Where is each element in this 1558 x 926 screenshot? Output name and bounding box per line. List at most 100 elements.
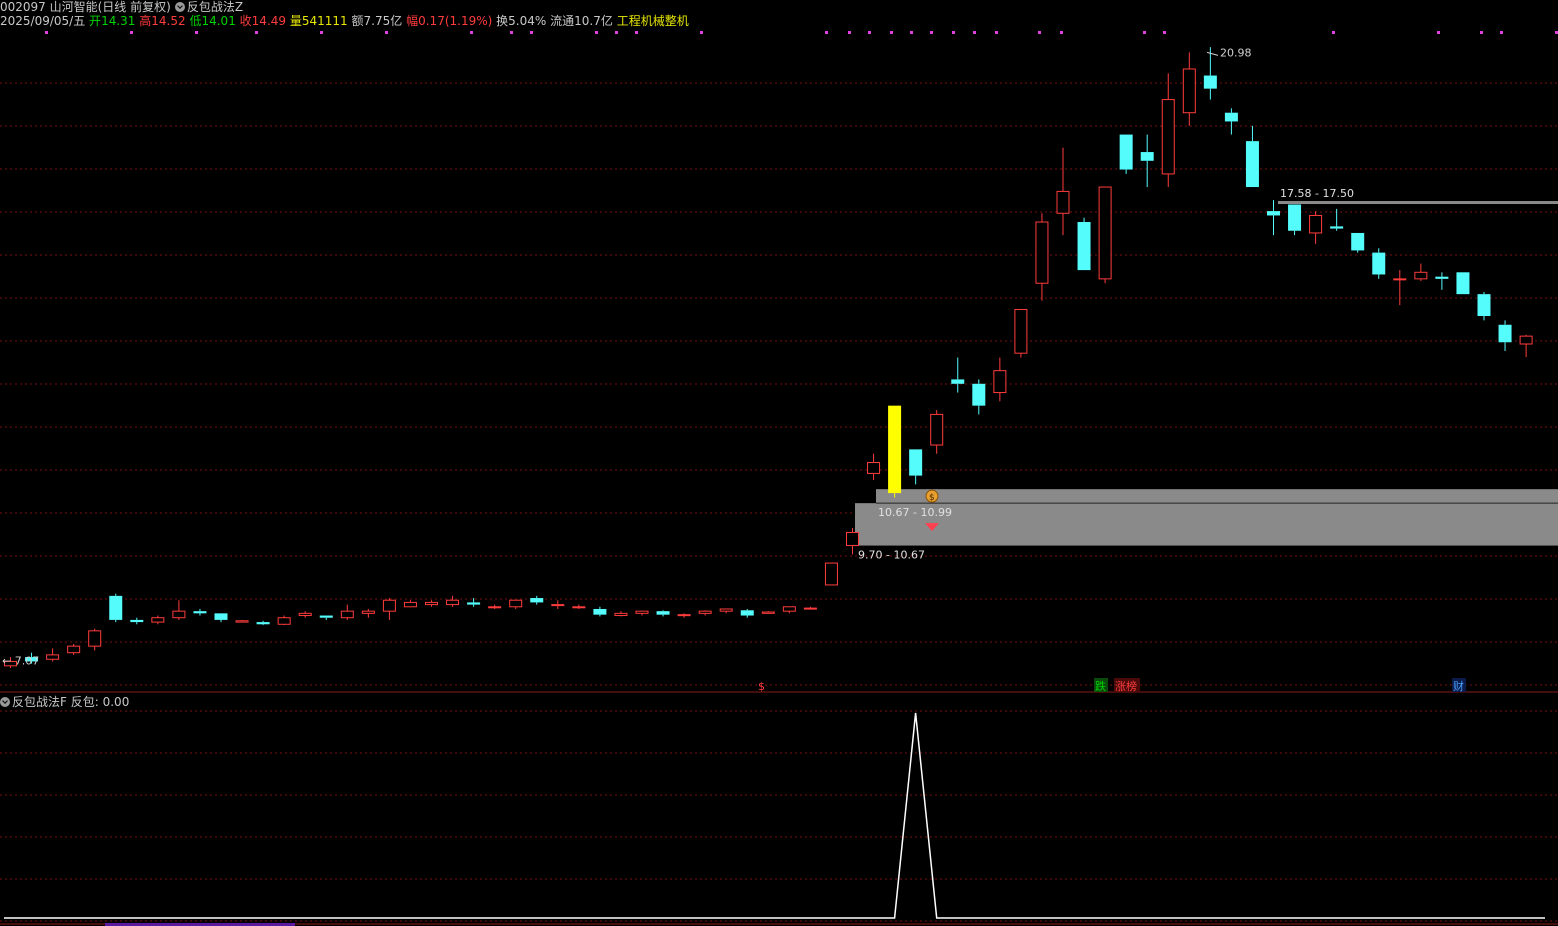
candle-down: [656, 611, 670, 615]
high-value: 14.52: [151, 14, 186, 28]
candle-up: [425, 601, 438, 606]
turnover-value: 5.04%: [508, 14, 547, 28]
candle-up: [88, 630, 102, 647]
support-resistance-zones: [855, 201, 1558, 546]
candle-up: [635, 610, 649, 614]
zone-lower-label: 9.70 - 10.67: [858, 549, 925, 562]
candle-up: [67, 645, 81, 654]
candle-down: [214, 613, 228, 620]
event-dot: [45, 31, 48, 34]
turnover-label: 换: [496, 14, 509, 28]
price-annotations: 20.98 ← 7.07 17.58 - 17.50 10.67 - 10.99 9.7…: [2, 46, 1354, 667]
event-dot: [995, 31, 998, 34]
zone-upper: [876, 489, 1558, 504]
candle-up: [677, 614, 691, 617]
candle-down: [1351, 232, 1365, 251]
event-dot: [910, 31, 913, 34]
candle-down: [1477, 294, 1491, 317]
signal-chart[interactable]: [0, 693, 1558, 926]
candle-up: [403, 601, 417, 608]
candle-up: [1414, 271, 1428, 280]
candle-up: [340, 610, 354, 619]
event-dot: [615, 31, 618, 34]
candle-up: [846, 531, 859, 547]
chart-header-row-1: 002097 山河智能(日线 前复权) 反包战法Z: [0, 0, 243, 14]
candle-up: [488, 606, 502, 609]
candle-down: [1245, 141, 1259, 188]
change-value: 0.17(1.19%): [418, 14, 493, 28]
candle-up: [151, 617, 165, 623]
candle-up: [361, 610, 375, 614]
event-dot: [530, 31, 533, 34]
event-dot: [930, 31, 933, 34]
candle-up: [551, 604, 565, 607]
event-dot: [848, 31, 851, 34]
candle-down: [256, 622, 270, 625]
main-grid: [0, 82, 1558, 686]
high-price-label: 20.98: [1220, 46, 1252, 59]
close-value: 14.49: [251, 14, 287, 28]
event-dot: [320, 31, 323, 34]
resistance-label: 17.58 - 17.50: [1280, 187, 1354, 200]
candle-up: [698, 610, 712, 614]
candle-signal: [888, 405, 902, 494]
candle-down: [1267, 211, 1280, 216]
candle-down: [1435, 276, 1449, 279]
candle-up: [1519, 335, 1533, 345]
candle-down: [193, 611, 207, 614]
money-bag-symbol: $: [929, 493, 935, 503]
candles: [4, 47, 1533, 668]
event-dot: [952, 31, 955, 34]
event-dot: [1332, 31, 1335, 34]
candle-up: [867, 461, 881, 474]
event-tag-dollar[interactable]: $: [758, 680, 765, 693]
candle-down: [530, 598, 544, 603]
candlestick-chart[interactable]: 20.98 ← 7.07 17.58 - 17.50 10.67 - 10.99 9.7…: [0, 28, 1558, 693]
event-dots-row: [45, 31, 1558, 34]
event-tag-rank[interactable]: 涨榜: [1115, 679, 1137, 693]
sector-tag[interactable]: 工程机械整机: [617, 14, 689, 28]
candle-up: [1309, 214, 1323, 234]
candle-up: [1014, 308, 1028, 354]
high-label: 高: [139, 14, 152, 28]
candle-down: [1140, 152, 1154, 161]
volume-value: 541111: [301, 14, 348, 28]
candle-up: [1035, 221, 1049, 284]
event-tag-finance[interactable]: 财: [1453, 679, 1464, 693]
candle-down: [130, 619, 144, 623]
candle-down: [1288, 204, 1302, 231]
event-tag-fall[interactable]: 跌: [1095, 679, 1106, 693]
main-indicator-name[interactable]: 反包战法Z: [187, 0, 243, 14]
candle-down: [1498, 324, 1512, 343]
candle-up: [761, 611, 775, 614]
event-dot: [635, 31, 638, 34]
candle-down: [1224, 112, 1238, 122]
candle-up: [446, 599, 460, 606]
event-dot: [510, 31, 513, 34]
candle-up: [1161, 99, 1175, 175]
event-dot: [470, 31, 473, 34]
zone-upper-label: 10.67 - 10.99: [878, 506, 952, 519]
float-label: 流通: [550, 14, 575, 28]
candle-down: [467, 602, 481, 605]
event-dot: [595, 31, 598, 34]
amount-value: 7.75亿: [363, 14, 403, 28]
event-dot: [255, 31, 258, 34]
candle-up: [509, 599, 523, 608]
event-dot: [1437, 31, 1440, 34]
close-label: 收: [239, 14, 252, 28]
float-value: 10.7亿: [574, 14, 613, 28]
candle-up: [614, 612, 628, 617]
candle-down: [593, 608, 607, 615]
volume-label: 量: [289, 14, 302, 28]
stock-title[interactable]: 002097 山河智能(日线 前复权): [0, 0, 171, 14]
event-dot: [1038, 31, 1041, 34]
candle-up: [572, 606, 586, 609]
candle-up: [298, 612, 312, 617]
indicator-dropdown-icon[interactable]: [174, 2, 185, 12]
candle-up: [277, 617, 291, 625]
candle-up: [172, 610, 186, 619]
low-price-label: ← 7.07: [2, 655, 39, 668]
event-dot: [868, 31, 871, 34]
candle-down: [1330, 226, 1344, 229]
